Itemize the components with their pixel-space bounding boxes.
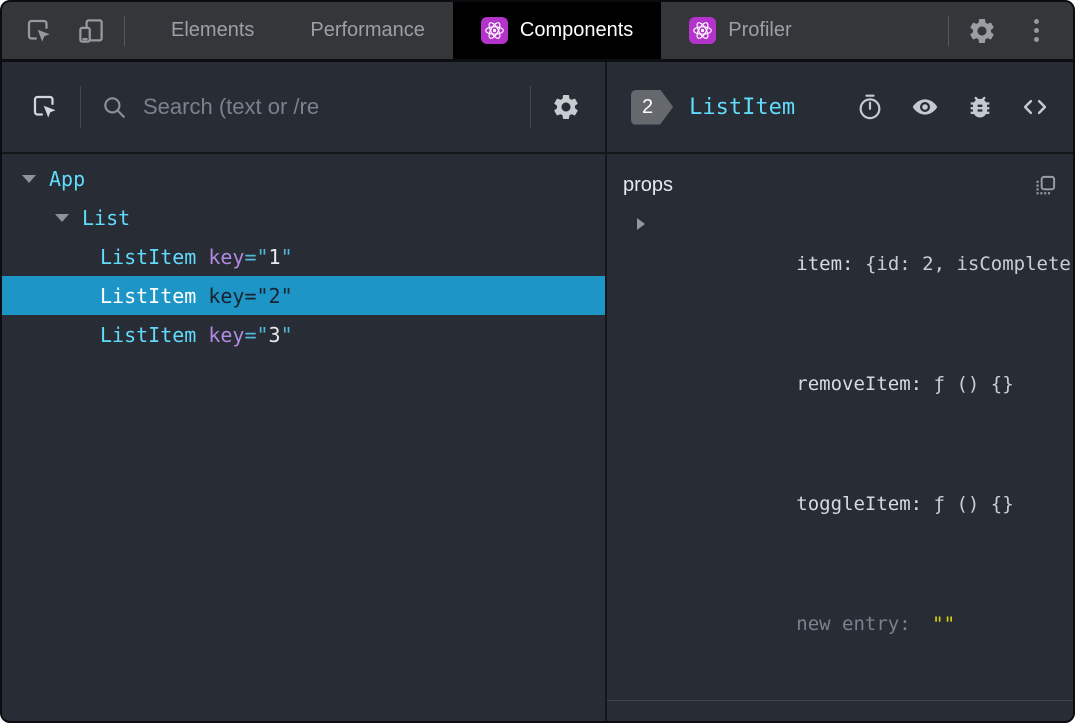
inspect-component-icon[interactable] bbox=[30, 92, 60, 122]
inspect-element-icon[interactable] bbox=[24, 16, 54, 46]
copy-to-clipboard-icon[interactable] bbox=[1034, 721, 1057, 722]
tree-row-listitem-1[interactable]: ListItem key =" 1 " bbox=[2, 237, 605, 276]
inspector-actions bbox=[856, 93, 1049, 121]
selection-index-badge: 2 bbox=[631, 90, 673, 125]
prop-row-new-entry[interactable]: new entry: "" bbox=[617, 564, 1057, 684]
main-split: App List ListItemkey="1" ListItemkey="2"… bbox=[2, 62, 1073, 721]
devtools-window: Elements Performance Components Profiler… bbox=[0, 0, 1075, 723]
key-attr-value: 3 bbox=[268, 322, 281, 347]
tab-elements[interactable]: Elements bbox=[143, 2, 282, 59]
prop-value: ƒ () {} bbox=[933, 493, 1014, 515]
topbar-icon-group bbox=[2, 2, 106, 59]
new-entry-value[interactable]: "" bbox=[932, 613, 955, 635]
suspend-timer-icon[interactable] bbox=[856, 93, 884, 121]
tree-row-listitem-3[interactable]: ListItem key =" 3 " bbox=[2, 315, 605, 354]
key-attr-quote: " bbox=[280, 244, 293, 269]
key-attr-equals: =" bbox=[244, 322, 269, 347]
inspect-dom-eye-icon[interactable] bbox=[911, 93, 939, 121]
more-options-icon[interactable] bbox=[1021, 16, 1051, 46]
tab-label: Profiler bbox=[728, 19, 792, 41]
prop-separator: : bbox=[899, 613, 923, 635]
prop-row-item[interactable]: item: {id: 2, isComplete: t… bbox=[617, 204, 1073, 324]
component-name: ListItem bbox=[100, 322, 197, 347]
component-name: ListItem bbox=[100, 283, 197, 308]
device-toolbar-icon[interactable] bbox=[76, 16, 106, 46]
search-icon bbox=[101, 94, 127, 120]
prop-value: {id: 2, isComplete: t… bbox=[864, 253, 1073, 275]
toolbar-divider bbox=[530, 86, 531, 128]
prop-row-toggleitem[interactable]: toggleItem: ƒ () {} bbox=[617, 444, 1057, 564]
chevron-down-icon[interactable] bbox=[22, 174, 36, 183]
prop-separator: : bbox=[910, 373, 934, 395]
key-attr-name: key bbox=[208, 244, 245, 269]
inspector-content: props item: {id: 2, isComplete: removeIt… bbox=[607, 154, 1073, 721]
tab-label: Components bbox=[519, 19, 634, 41]
prop-key: item bbox=[796, 253, 843, 275]
key-attr-quote: " bbox=[280, 283, 293, 308]
section-label: hooks bbox=[623, 721, 676, 722]
chevron-right-icon[interactable] bbox=[637, 218, 645, 230]
react-logo-icon bbox=[689, 17, 717, 44]
tree-toolbar bbox=[2, 62, 605, 154]
key-attr-name: key bbox=[208, 283, 245, 308]
key-attr-equals: =" bbox=[244, 283, 269, 308]
prop-value: ƒ () {} bbox=[933, 373, 1014, 395]
inspector-header: 2 ListItem bbox=[607, 62, 1073, 154]
prop-key: toggleItem bbox=[796, 493, 911, 515]
tab-label: Elements bbox=[171, 19, 255, 41]
copy-to-clipboard-icon[interactable] bbox=[1034, 174, 1057, 197]
props-section: props item: {id: 2, isComplete: removeIt… bbox=[607, 154, 1073, 700]
key-attr-equals: =" bbox=[244, 244, 269, 269]
hooks-section: hooks Callback(handleDele bbox=[607, 700, 1073, 721]
prop-separator: : bbox=[842, 253, 865, 275]
tree-row-list[interactable]: List bbox=[2, 198, 605, 237]
new-entry-key[interactable]: new entry bbox=[796, 613, 899, 635]
key-attr-value: 1 bbox=[268, 244, 281, 269]
react-logo-icon bbox=[480, 17, 508, 44]
tree-row-app[interactable]: App bbox=[2, 159, 605, 198]
selected-component-title: ListItem bbox=[689, 94, 796, 120]
toolbar-divider bbox=[80, 86, 81, 128]
debug-bug-icon[interactable] bbox=[966, 93, 994, 121]
topbar-divider bbox=[124, 15, 125, 46]
prop-separator: : bbox=[910, 493, 934, 515]
component-name: App bbox=[49, 166, 86, 191]
tab-performance[interactable]: Performance bbox=[282, 2, 453, 59]
components-tree-panel: App List ListItemkey="1" ListItemkey="2"… bbox=[2, 62, 607, 721]
section-label: props bbox=[623, 173, 674, 196]
gear-icon[interactable] bbox=[967, 16, 997, 46]
topbar-divider bbox=[948, 15, 949, 46]
component-name: List bbox=[82, 205, 131, 230]
view-source-code-icon[interactable] bbox=[1021, 93, 1049, 121]
tab-profiler[interactable]: Profiler bbox=[661, 2, 819, 59]
tree-settings-gear-icon[interactable] bbox=[551, 92, 581, 122]
prop-row-removeitem[interactable]: removeItem: ƒ () {} bbox=[617, 324, 1057, 444]
key-attr-quote: " bbox=[280, 322, 293, 347]
prop-key: removeItem bbox=[796, 373, 911, 395]
topbar-right-group bbox=[930, 2, 1073, 59]
key-attr-value: 2 bbox=[268, 283, 281, 308]
tab-components[interactable]: Components bbox=[452, 2, 662, 59]
tree-row-listitem-2-selected[interactable]: ListItem key =" 2 " bbox=[2, 276, 605, 315]
hooks-section-header: hooks bbox=[617, 713, 1057, 722]
component-name: ListItem bbox=[100, 244, 197, 269]
devtools-tab-bar: Elements Performance Components Profiler bbox=[2, 2, 1073, 62]
component-inspector-panel: 2 ListItem props item: {id: 2, isComplet… bbox=[607, 62, 1073, 721]
search-input[interactable] bbox=[141, 93, 510, 121]
chevron-down-icon[interactable] bbox=[55, 213, 69, 222]
props-section-header: props bbox=[617, 166, 1057, 204]
tab-label: Performance bbox=[310, 19, 425, 41]
component-tree: App List ListItem key =" 1 " ListItem key =" 2 "… bbox=[2, 154, 605, 354]
key-attr-name: key bbox=[208, 322, 245, 347]
